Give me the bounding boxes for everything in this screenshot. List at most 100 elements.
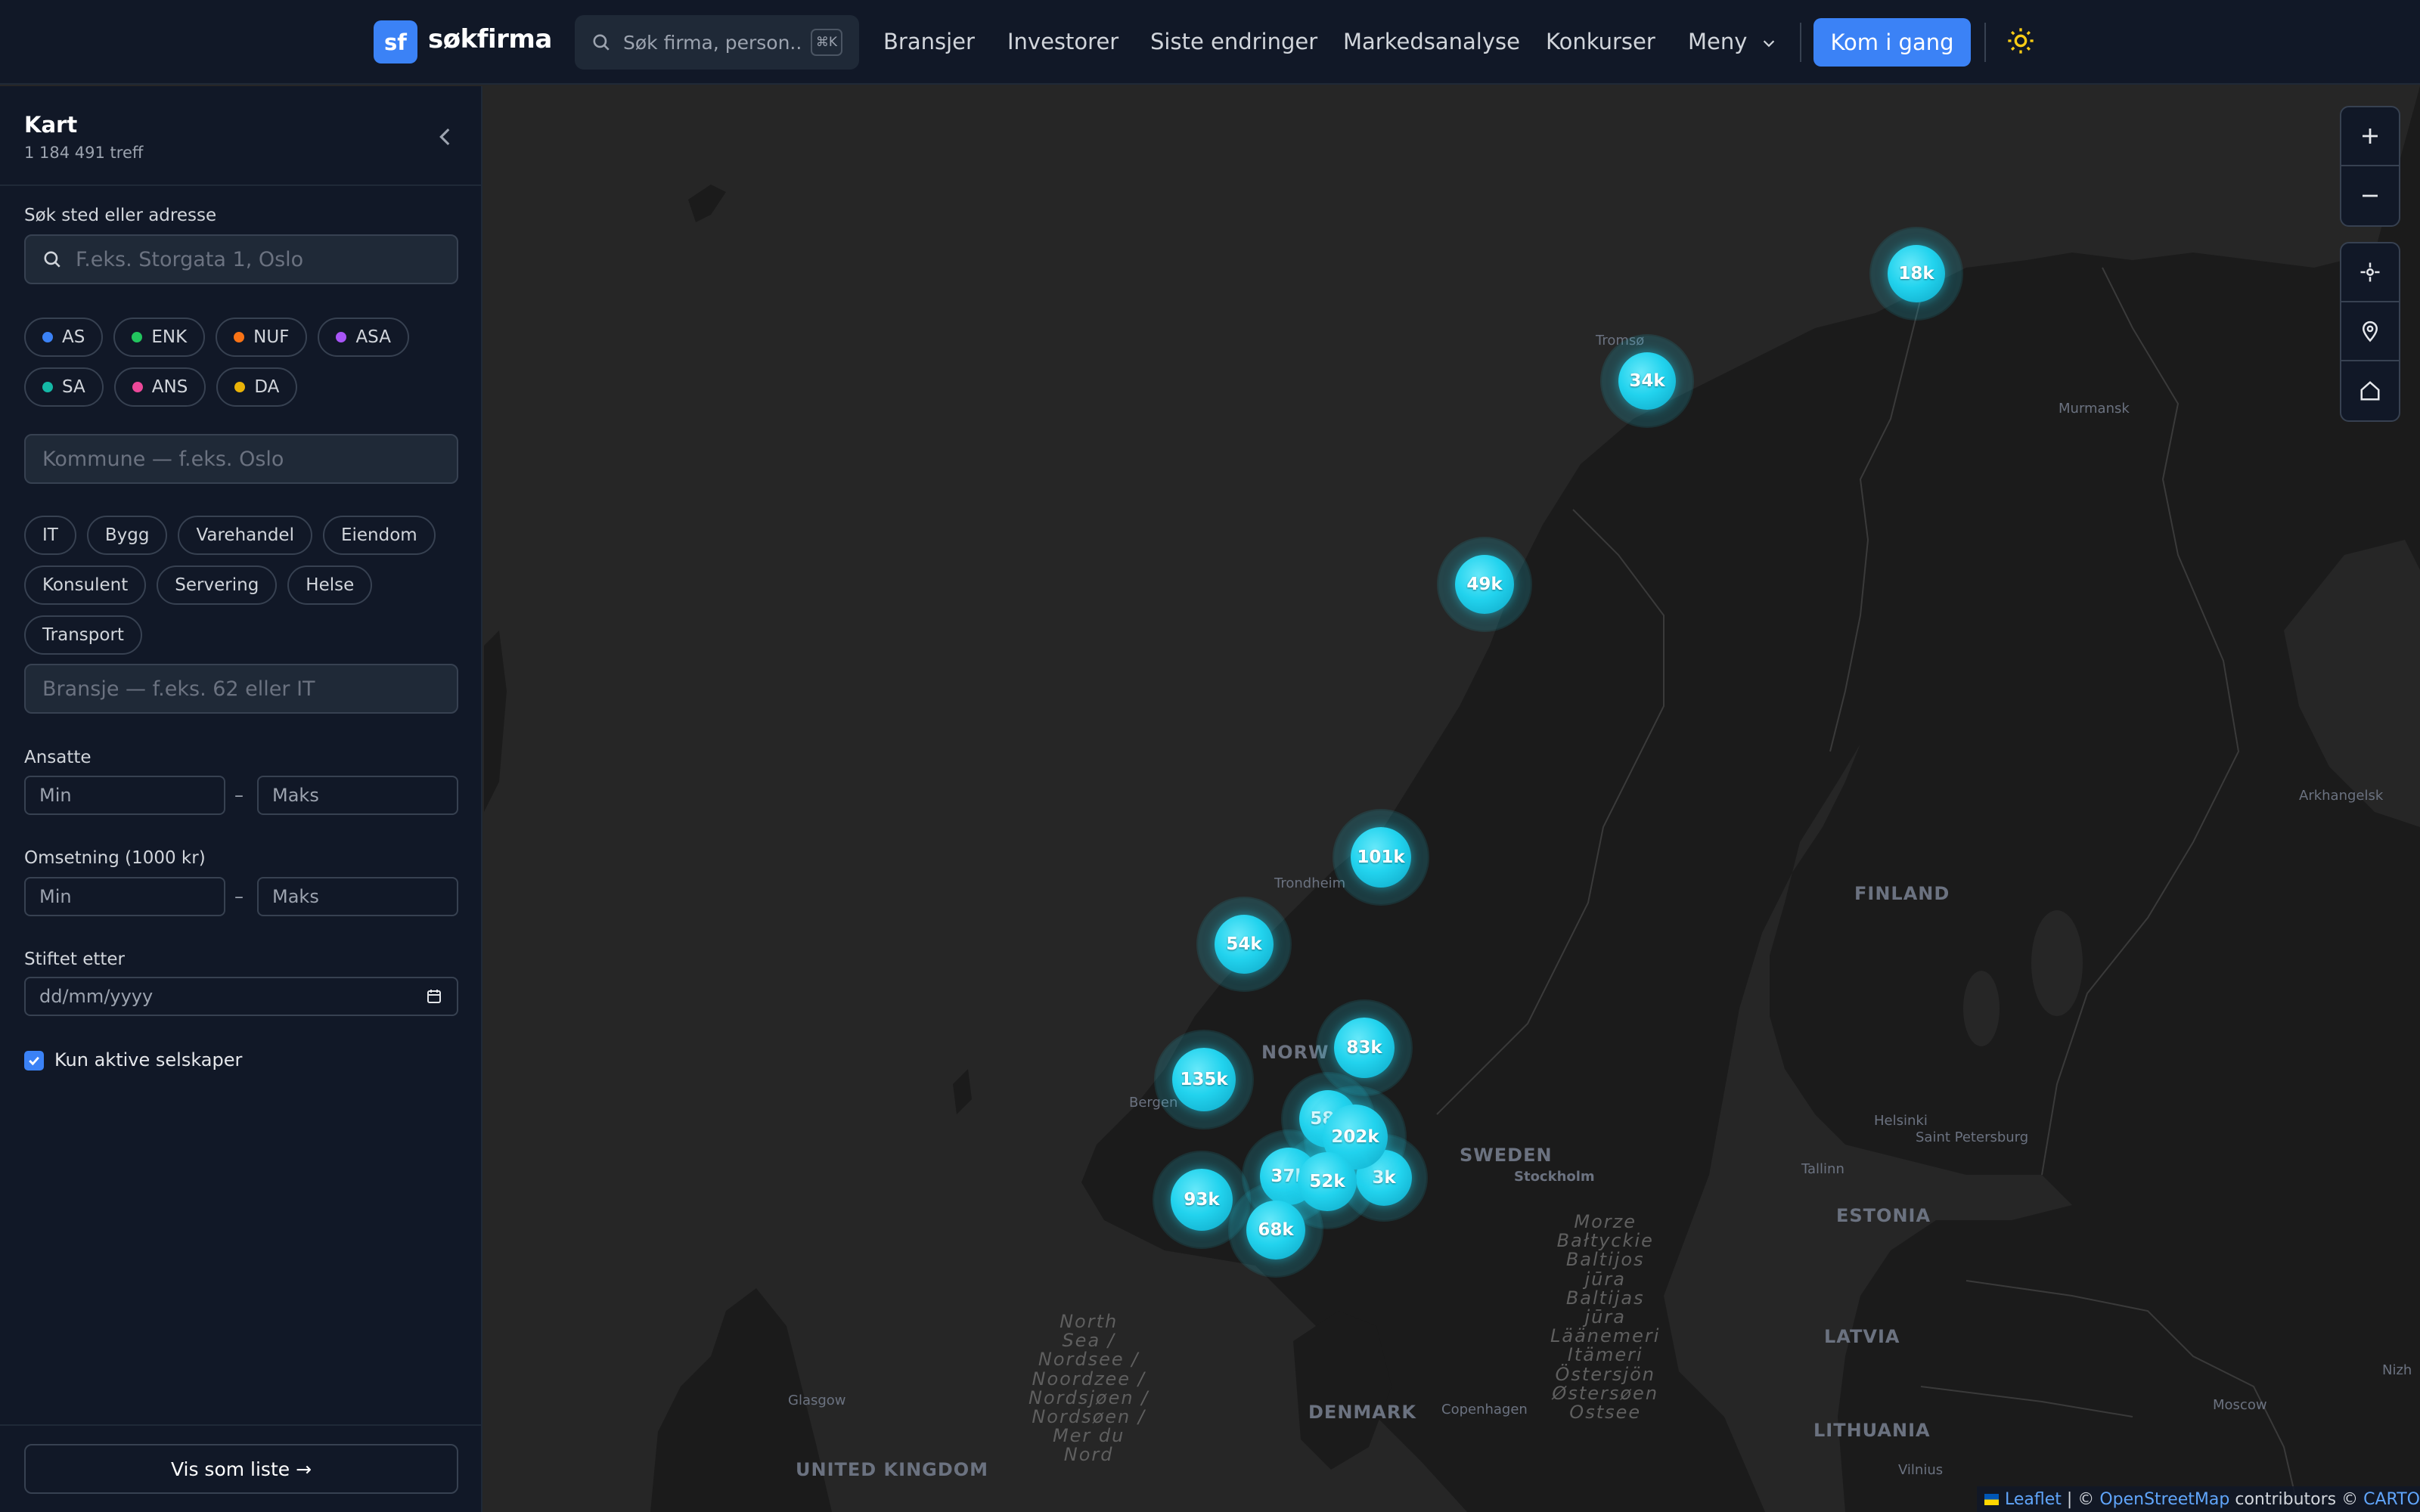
- org-type-filters: AS ENK NUF ASA SA ANS DA: [24, 318, 458, 407]
- sea-label-baltic: Morze Bałtyckie Baltijos jūra Baltijas j…: [1550, 1211, 1661, 1423]
- org-type-chip-da[interactable]: DA: [216, 367, 298, 407]
- minus-icon: [2363, 194, 2378, 197]
- revenue-max-input[interactable]: [272, 886, 443, 907]
- employees-max-input[interactable]: [272, 785, 443, 806]
- org-type-chip-sa[interactable]: SA: [24, 367, 104, 407]
- industry-input[interactable]: [42, 677, 440, 701]
- locate-me-button[interactable]: [2341, 243, 2399, 302]
- nav-menu-dropdown[interactable]: Meny: [1688, 29, 1777, 54]
- active-only-label[interactable]: Kun aktive selskaper: [54, 1049, 242, 1070]
- result-count: 1 184 491 treff: [24, 144, 144, 162]
- map-cluster-marker[interactable]: 68k: [1230, 1184, 1322, 1276]
- nav-siste-endringer[interactable]: Siste endringer: [1150, 29, 1317, 54]
- kommune-input[interactable]: [42, 447, 440, 471]
- cluster-count: 49k: [1455, 555, 1514, 614]
- place-label: Vilnius: [1898, 1462, 1944, 1478]
- industry-chip-servering[interactable]: Servering: [157, 565, 278, 605]
- zoom-controls: [2340, 106, 2400, 227]
- color-dot-icon: [336, 332, 347, 342]
- calendar-icon[interactable]: [425, 987, 443, 1005]
- org-type-chip-ans[interactable]: ANS: [113, 367, 206, 407]
- active-only-checkbox[interactable]: [24, 1051, 44, 1070]
- employees-min-field[interactable]: [24, 776, 225, 815]
- industry-chip-helse[interactable]: Helse: [287, 565, 373, 605]
- header-divider: [1800, 23, 1801, 62]
- theme-toggle-sun-icon[interactable]: [2006, 26, 2036, 56]
- cluster-count: 18k: [1888, 245, 1945, 302]
- logo-icon[interactable]: sf: [374, 20, 417, 64]
- employees-min-input[interactable]: [39, 785, 210, 806]
- map-cluster-marker[interactable]: 135k: [1156, 1031, 1252, 1128]
- map-attribution: Leaflet | © OpenStreetMap contributors ©…: [1977, 1486, 2420, 1512]
- nav-markedsanalyse[interactable]: Markedsanalyse: [1343, 29, 1520, 54]
- country-label: SWEDEN: [1460, 1145, 1553, 1166]
- show-as-list-button[interactable]: Vis som liste →: [24, 1444, 458, 1494]
- org-type-chip-asa[interactable]: ASA: [318, 318, 409, 357]
- chip-label: SA: [62, 377, 85, 397]
- get-started-button[interactable]: Kom i gang: [1813, 18, 1971, 67]
- map-cluster-marker[interactable]: 34k: [1602, 336, 1692, 426]
- leaflet-link[interactable]: Leaflet: [2005, 1490, 2062, 1509]
- header-divider: [1984, 23, 1986, 62]
- top-header: sf søkfirma ⌘K Bransjer Investorer Siste…: [0, 0, 2420, 85]
- revenue-min-input[interactable]: [39, 886, 210, 907]
- industry-chip-eiendom[interactable]: Eiendom: [322, 516, 436, 555]
- location-search-field[interactable]: [24, 234, 458, 284]
- nav-bransjer[interactable]: Bransjer: [883, 29, 975, 54]
- place-label: Copenhagen: [1441, 1402, 1528, 1418]
- filter-sidebar: Kart 1 184 491 treff Søk sted eller adre…: [0, 86, 482, 1512]
- place-label: Arkhangelsk: [2299, 788, 2384, 804]
- color-dot-icon: [234, 332, 245, 342]
- openstreetmap-link[interactable]: OpenStreetMap: [2099, 1490, 2229, 1509]
- org-type-chip-as[interactable]: AS: [24, 318, 104, 357]
- employees-max-field[interactable]: [257, 776, 458, 815]
- revenue-min-field[interactable]: [24, 877, 225, 916]
- map-cluster-marker[interactable]: 49k: [1438, 538, 1531, 631]
- global-search-input[interactable]: [623, 31, 803, 54]
- founded-date-input[interactable]: [39, 986, 425, 1007]
- cluster-count: 68k: [1246, 1201, 1305, 1259]
- chip-label: ANS: [151, 377, 188, 397]
- map-view[interactable]: Tromsø Murmansk Trondheim Bergen Helsink…: [484, 86, 2420, 1512]
- chip-label: DA: [254, 377, 280, 397]
- industry-chip-varehandel[interactable]: Varehandel: [178, 516, 312, 555]
- kommune-field[interactable]: [24, 434, 458, 484]
- map-cluster-marker[interactable]: 18k: [1871, 228, 1962, 319]
- logo-text[interactable]: søkfirma: [428, 24, 552, 54]
- founded-date-field[interactable]: [24, 977, 458, 1016]
- org-type-chip-nuf[interactable]: NUF: [216, 318, 308, 357]
- nav-investorer[interactable]: Investorer: [1007, 29, 1118, 54]
- place-label: Stockholm: [1514, 1169, 1595, 1185]
- industry-field[interactable]: [24, 664, 458, 714]
- island: [953, 1069, 972, 1114]
- nav-konkurser[interactable]: Konkurser: [1546, 29, 1655, 54]
- location-label: Søk sted eller adresse: [24, 206, 217, 225]
- country-label: FINLAND: [1854, 883, 1950, 904]
- pin-button[interactable]: [2341, 302, 2399, 361]
- global-search[interactable]: ⌘K: [575, 15, 859, 70]
- map-cluster-marker[interactable]: 54k: [1198, 898, 1290, 990]
- zoom-in-button[interactable]: [2341, 107, 2399, 166]
- sea-label-north-sea: North Sea / Nordsee / Noordzee / Nordsjø…: [1028, 1311, 1150, 1466]
- home-view-button[interactable]: [2341, 361, 2399, 420]
- chevron-down-icon: [1763, 40, 1774, 48]
- industry-chip-konsulent[interactable]: Konsulent: [24, 565, 147, 605]
- cluster-count: 135k: [1172, 1048, 1236, 1111]
- industry-chip-it[interactable]: IT: [24, 516, 76, 555]
- cluster-count: 101k: [1351, 827, 1411, 888]
- industry-chip-bygg[interactable]: Bygg: [86, 516, 168, 555]
- zoom-out-button[interactable]: [2341, 166, 2399, 225]
- revenue-max-field[interactable]: [257, 877, 458, 916]
- place-label: Moscow: [2213, 1397, 2267, 1413]
- carto-link[interactable]: CARTO: [2363, 1490, 2420, 1509]
- search-icon: [44, 251, 60, 268]
- sidebar-title: Kart: [24, 112, 78, 138]
- map-cluster-marker[interactable]: 101k: [1334, 810, 1428, 904]
- search-icon: [593, 34, 610, 51]
- org-type-chip-enk[interactable]: ENK: [113, 318, 206, 357]
- cluster-count: 93k: [1171, 1169, 1233, 1231]
- collapse-sidebar-chevron-left-icon[interactable]: [433, 124, 458, 150]
- industry-chip-transport[interactable]: Transport: [24, 615, 142, 655]
- map-tool-controls: [2340, 242, 2400, 422]
- location-search-input[interactable]: [76, 247, 440, 271]
